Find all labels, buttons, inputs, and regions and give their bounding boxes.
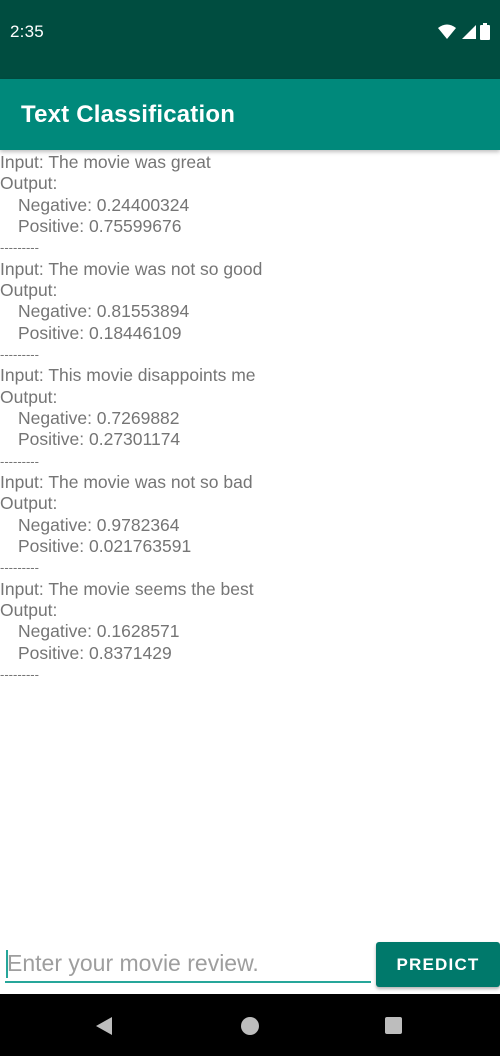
result-input: Input: The movie was not so good [0,258,263,279]
results-list: Input: The movie was great Output: Negat… [0,152,500,685]
result-separator: --------- [0,560,39,576]
status-icons [438,23,490,40]
result-item: Input: The movie seems the best Output: … [0,579,500,686]
result-positive: Positive: 0.8371429 [18,642,172,663]
result-separator: --------- [0,453,39,469]
result-input: Input: The movie seems the best [0,578,254,599]
result-item: Input: The movie was great Output: Negat… [0,152,500,259]
result-output-label: Output: [0,386,58,407]
result-negative: Negative: 0.7269882 [18,407,180,428]
result-positive: Positive: 0.021763591 [18,535,192,556]
result-input: Input: This movie disappoints me [0,365,256,386]
app-bar: Text Classification [0,79,500,150]
result-item: Input: The movie was not so good Output:… [0,259,500,366]
status-bar: 2:35 [0,0,500,79]
home-icon[interactable] [240,1016,260,1036]
battery-icon [480,23,490,40]
result-output-label: Output: [0,279,58,300]
result-input: Input: The movie was not so bad [0,471,253,492]
result-output-label: Output: [0,173,58,194]
text-cursor [6,950,8,978]
input-row: PREDICT [0,938,500,994]
result-output-label: Output: [0,599,58,620]
signal-icon [462,24,476,39]
back-icon[interactable] [94,1016,114,1036]
result-positive: Positive: 0.27301174 [18,429,181,450]
result-item: Input: The movie was not so bad Output: … [0,472,500,579]
result-negative: Negative: 0.24400324 [18,194,190,215]
result-separator: --------- [0,666,39,682]
predict-button[interactable]: PREDICT [376,942,500,987]
result-separator: --------- [0,346,39,362]
result-positive: Positive: 0.18446109 [18,322,182,343]
review-input[interactable] [5,945,371,983]
recents-icon[interactable] [384,1016,403,1035]
status-time: 2:35 [10,22,44,41]
result-separator: --------- [0,240,39,256]
result-negative: Negative: 0.9782364 [18,514,180,535]
result-positive: Positive: 0.75599676 [18,215,182,236]
app-title: Text Classification [21,101,236,128]
result-negative: Negative: 0.1628571 [18,621,180,642]
result-output-label: Output: [0,493,58,514]
navigation-bar [0,994,500,1056]
result-input: Input: The movie was great [0,152,211,172]
wifi-icon [438,24,456,39]
result-negative: Negative: 0.81553894 [18,301,190,322]
result-item: Input: This movie disappoints me Output:… [0,365,500,472]
